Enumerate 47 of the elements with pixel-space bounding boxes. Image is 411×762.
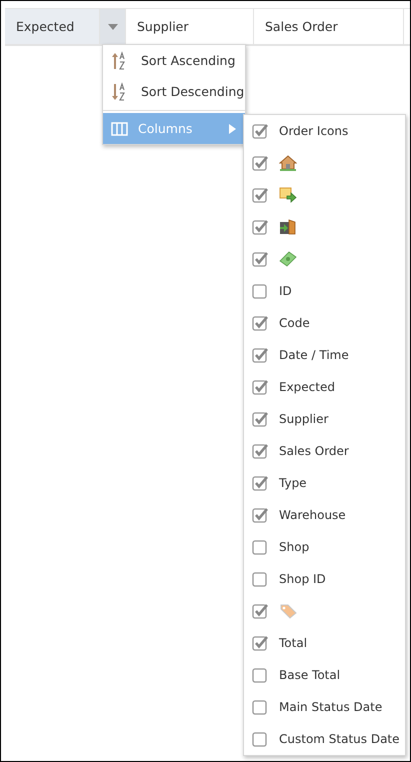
tag-icon [279, 603, 297, 619]
columns-icon [111, 122, 128, 136]
checkbox[interactable] [252, 411, 269, 427]
column-option-label: Total [279, 636, 308, 650]
door-arrow-icon [279, 219, 297, 235]
column-option-label: Date / Time [279, 348, 349, 362]
column-option-label: Expected [279, 380, 335, 394]
checkbox[interactable] [252, 123, 269, 139]
checkbox[interactable] [252, 187, 269, 203]
column-option-label: Base Total [279, 668, 340, 682]
caret-icon [108, 24, 118, 30]
checkbox[interactable] [252, 667, 269, 683]
column-option-label: Shop [279, 540, 310, 554]
checkbox[interactable] [252, 603, 269, 619]
checkbox[interactable] [252, 539, 269, 555]
column-header[interactable]: Expected [5, 9, 100, 44]
checkbox[interactable] [252, 635, 269, 651]
checkbox[interactable] [252, 699, 269, 715]
menu-item[interactable]: Sort Ascending [103, 45, 245, 76]
checkbox[interactable] [252, 571, 269, 587]
column-option-label: Sales Order [279, 444, 349, 458]
note-arrow-icon [279, 187, 297, 203]
column-option-label: ID [279, 284, 292, 298]
checkbox[interactable] [252, 731, 269, 747]
checkbox[interactable] [252, 155, 269, 171]
column-option-label: Type [279, 476, 307, 490]
column-option-label: Custom Status Date [279, 732, 400, 746]
submenu-arrow-icon [229, 124, 236, 134]
checkbox[interactable] [252, 379, 269, 395]
column-option-label: Code [279, 316, 310, 330]
checkbox[interactable] [252, 315, 269, 331]
checkbox[interactable] [252, 443, 269, 459]
checkbox[interactable] [252, 347, 269, 363]
checkbox[interactable] [252, 251, 269, 267]
checkbox[interactable] [252, 475, 269, 491]
column-option-label: Supplier [279, 412, 328, 426]
dropdown-trigger[interactable] [100, 9, 126, 44]
house-icon [279, 155, 297, 171]
banknote-icon [279, 251, 297, 267]
column-option-label: Shop ID [279, 572, 326, 586]
column-option-label: Warehouse [279, 508, 346, 522]
checkbox[interactable] [252, 283, 269, 299]
checkbox[interactable] [252, 219, 269, 235]
checkbox[interactable] [252, 507, 269, 523]
column-option-label: Order Icons [279, 124, 348, 138]
menu-item[interactable]: Sort Descending [103, 76, 245, 107]
column-option-label: Main Status Date [279, 700, 382, 714]
